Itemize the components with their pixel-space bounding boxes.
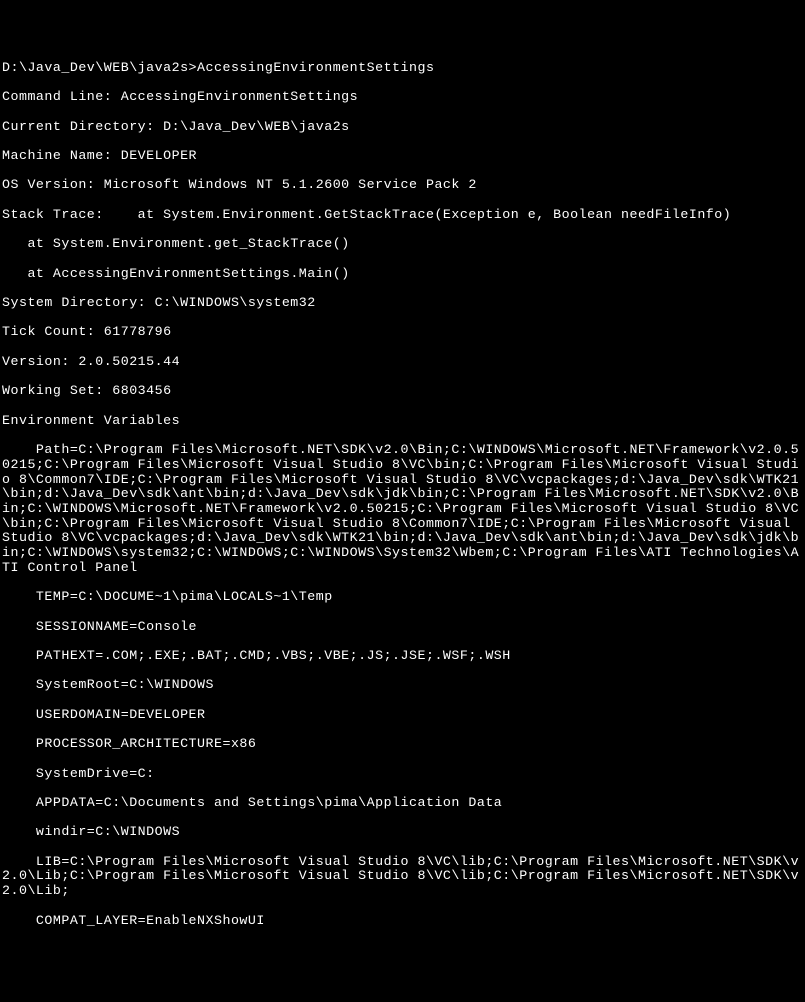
env-windir-output: windir=C:\WINDOWS [2,825,803,840]
env-userdomain-output: USERDOMAIN=DEVELOPER [2,708,803,723]
env-pathext-output: PATHEXT=.COM;.EXE;.BAT;.CMD;.VBS;.VBE;.J… [2,649,803,664]
env-systemdrive-output: SystemDrive=C: [2,767,803,782]
current-directory-output: Current Directory: D:\Java_Dev\WEB\java2… [2,120,803,135]
tick-count-output: Tick Count: 61778796 [2,325,803,340]
command-line-output: Command Line: AccessingEnvironmentSettin… [2,90,803,105]
env-compat-output: COMPAT_LAYER=EnableNXShowUI [2,914,803,929]
env-sessionname-output: SESSIONNAME=Console [2,620,803,635]
version-output: Version: 2.0.50215.44 [2,355,803,370]
env-lib-output: LIB=C:\Program Files\Microsoft Visual St… [2,855,803,899]
machine-name-output: Machine Name: DEVELOPER [2,149,803,164]
env-path-output: Path=C:\Program Files\Microsoft.NET\SDK\… [2,443,803,575]
os-version-output: OS Version: Microsoft Windows NT 5.1.260… [2,178,803,193]
env-appdata-output: APPDATA=C:\Documents and Settings\pima\A… [2,796,803,811]
stack-trace-line: at AccessingEnvironmentSettings.Main() [2,267,803,282]
system-directory-output: System Directory: C:\WINDOWS\system32 [2,296,803,311]
env-processor-arch-output: PROCESSOR_ARCHITECTURE=x86 [2,737,803,752]
working-set-output: Working Set: 6803456 [2,384,803,399]
stack-trace-header: Stack Trace: at System.Environment.GetSt… [2,208,803,223]
console-prompt-line: D:\Java_Dev\WEB\java2s>AccessingEnvironm… [2,61,803,76]
env-systemroot-output: SystemRoot=C:\WINDOWS [2,678,803,693]
env-temp-output: TEMP=C:\DOCUME~1\pima\LOCALS~1\Temp [2,590,803,605]
env-variables-header: Environment Variables [2,414,803,429]
stack-trace-line: at System.Environment.get_StackTrace() [2,237,803,252]
